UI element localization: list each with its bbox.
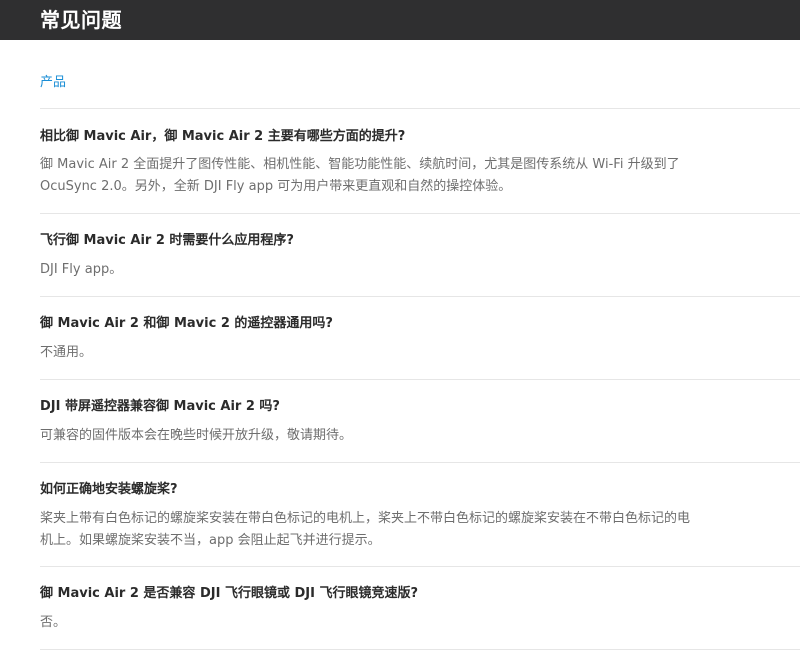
faq-question-1[interactable]: 相比御 Mavic Air，御 Mavic Air 2 主要有哪些方面的提升? <box>40 127 760 147</box>
divider <box>40 379 800 380</box>
faq-answer-6: 否。 <box>40 615 67 630</box>
faq-question-6[interactable]: 御 Mavic Air 2 是否兼容 DJI 飞行眼镜或 DJI 飞行眼镜竞速版… <box>40 584 760 604</box>
page-header: 常见问题 <box>0 0 800 40</box>
faq-question-2[interactable]: 飞行御 Mavic Air 2 时需要什么应用程序? <box>40 231 760 251</box>
faq-question-4[interactable]: DJI 带屏遥控器兼容御 Mavic Air 2 吗? <box>40 397 760 417</box>
page-title: 常见问题 <box>40 8 122 32</box>
faq-question-5[interactable]: 如何正确地安装螺旋桨? <box>40 480 760 500</box>
divider <box>40 649 800 650</box>
divider <box>40 462 800 463</box>
faq-question-3[interactable]: 御 Mavic Air 2 和御 Mavic 2 的遥控器通用吗? <box>40 314 760 334</box>
faq-answer-1-line-2: OcuSync 2.0。另外，全新 DJI Fly app 可为用户带来更直观和… <box>40 179 512 194</box>
divider <box>40 213 800 214</box>
faq-answer-2: DJI Fly app。 <box>40 262 123 277</box>
faq-answer-1-line-1: 御 Mavic Air 2 全面提升了图传性能、相机性能、智能功能性能、续航时间… <box>40 157 680 172</box>
divider <box>40 108 800 109</box>
faq-answer-4: 可兼容的固件版本会在晚些时候开放升级，敬请期待。 <box>40 428 353 443</box>
divider <box>40 296 800 297</box>
faq-answer-5-line-2: 机上。如果螺旋桨安装不当，app 会阻止起飞并进行提示。 <box>40 533 381 548</box>
category-product-link[interactable]: 产品 <box>40 73 66 93</box>
faq-answer-3: 不通用。 <box>40 345 93 360</box>
faq-answer-5-line-1: 桨夹上带有白色标记的螺旋桨安装在带白色标记的电机上，桨夹上不带白色标记的螺旋桨安… <box>40 511 691 526</box>
divider <box>40 566 800 567</box>
